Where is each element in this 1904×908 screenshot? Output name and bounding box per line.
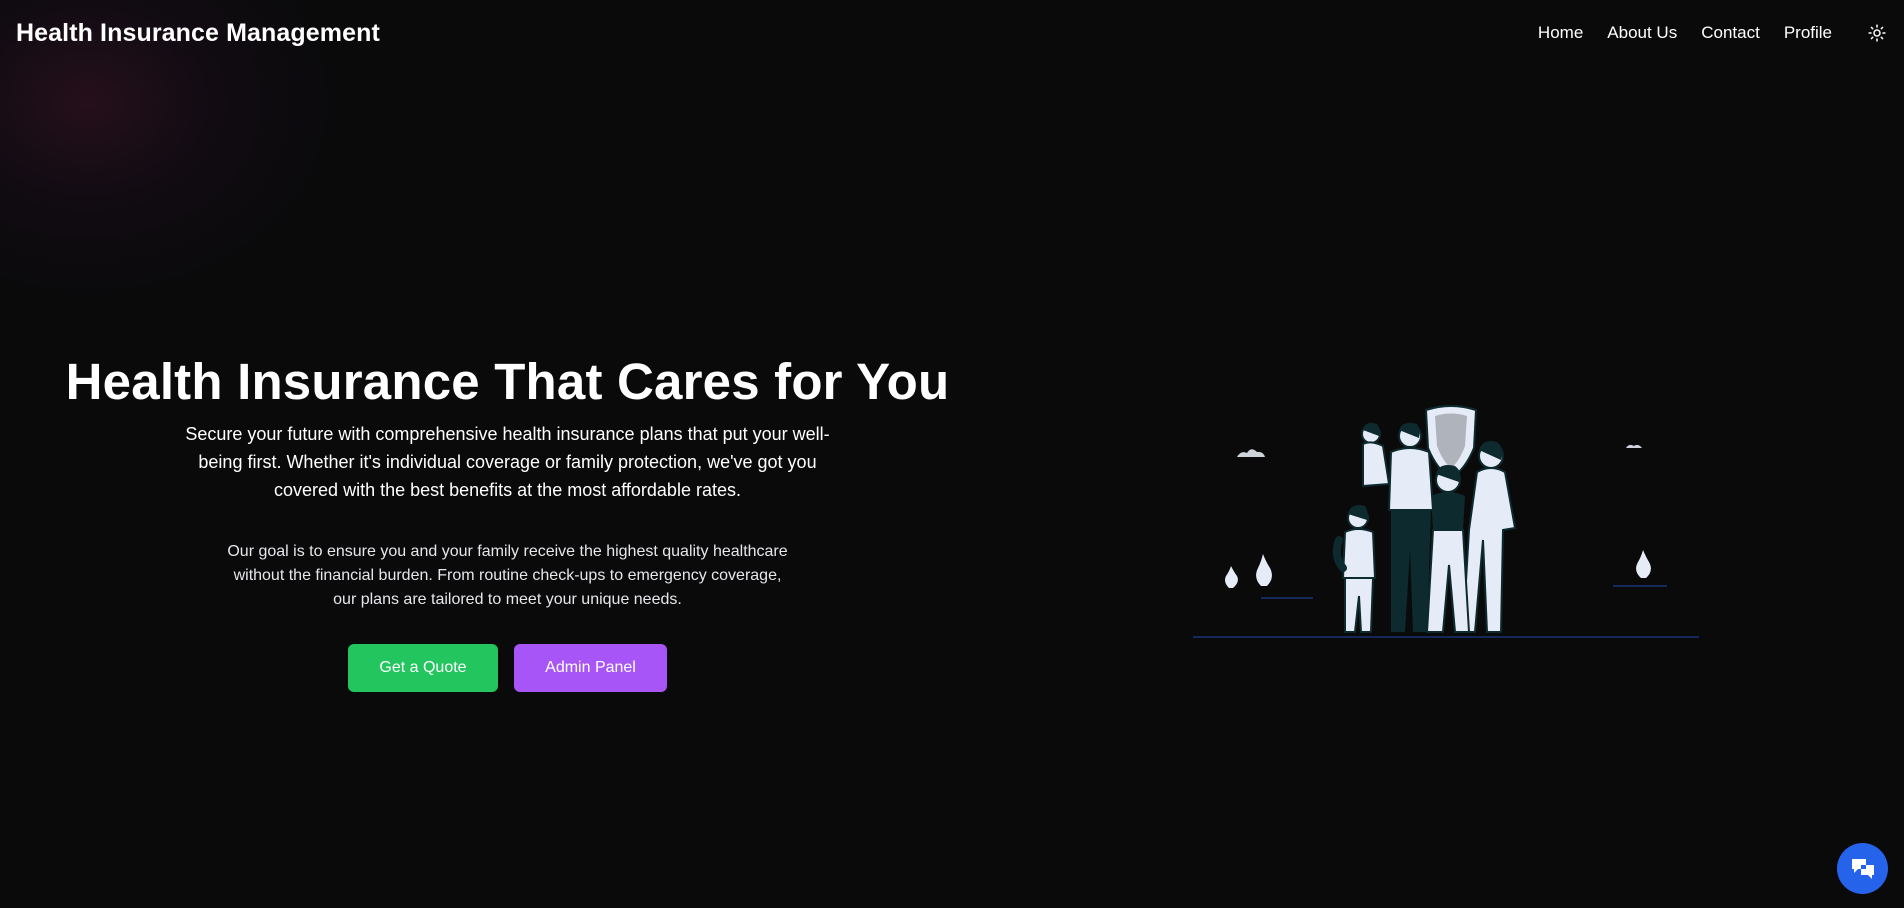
nav-link-profile[interactable]: Profile <box>1784 23 1832 43</box>
nav-link-home[interactable]: Home <box>1538 23 1583 43</box>
page: Health Insurance Management Home About U… <box>0 0 1904 908</box>
hero-description: Our goal is to ensure you and your famil… <box>227 543 788 608</box>
hero-section: Health Insurance That Cares for You Secu… <box>60 352 955 692</box>
nav-link-contact[interactable]: Contact <box>1701 23 1760 43</box>
hero-subtitle: Secure your future with comprehensive he… <box>185 424 830 500</box>
hero-title: Health Insurance That Cares for You <box>65 353 950 410</box>
main-nav: Home About Us Contact Profile <box>1538 22 1888 44</box>
theme-toggle-button[interactable] <box>1866 22 1888 44</box>
family-shield-illustration <box>1193 405 1699 638</box>
admin-panel-button[interactable]: Admin Panel <box>514 644 667 692</box>
get-quote-button[interactable]: Get a Quote <box>348 644 498 692</box>
chat-button[interactable] <box>1837 843 1888 894</box>
hero-buttons: Get a Quote Admin Panel <box>60 644 955 692</box>
chat-icon <box>1851 858 1874 879</box>
sun-icon <box>1868 24 1886 42</box>
nav-link-about-us[interactable]: About Us <box>1607 23 1677 43</box>
navbar: Health Insurance Management Home About U… <box>0 0 1904 66</box>
brand-title[interactable]: Health Insurance Management <box>16 19 380 48</box>
